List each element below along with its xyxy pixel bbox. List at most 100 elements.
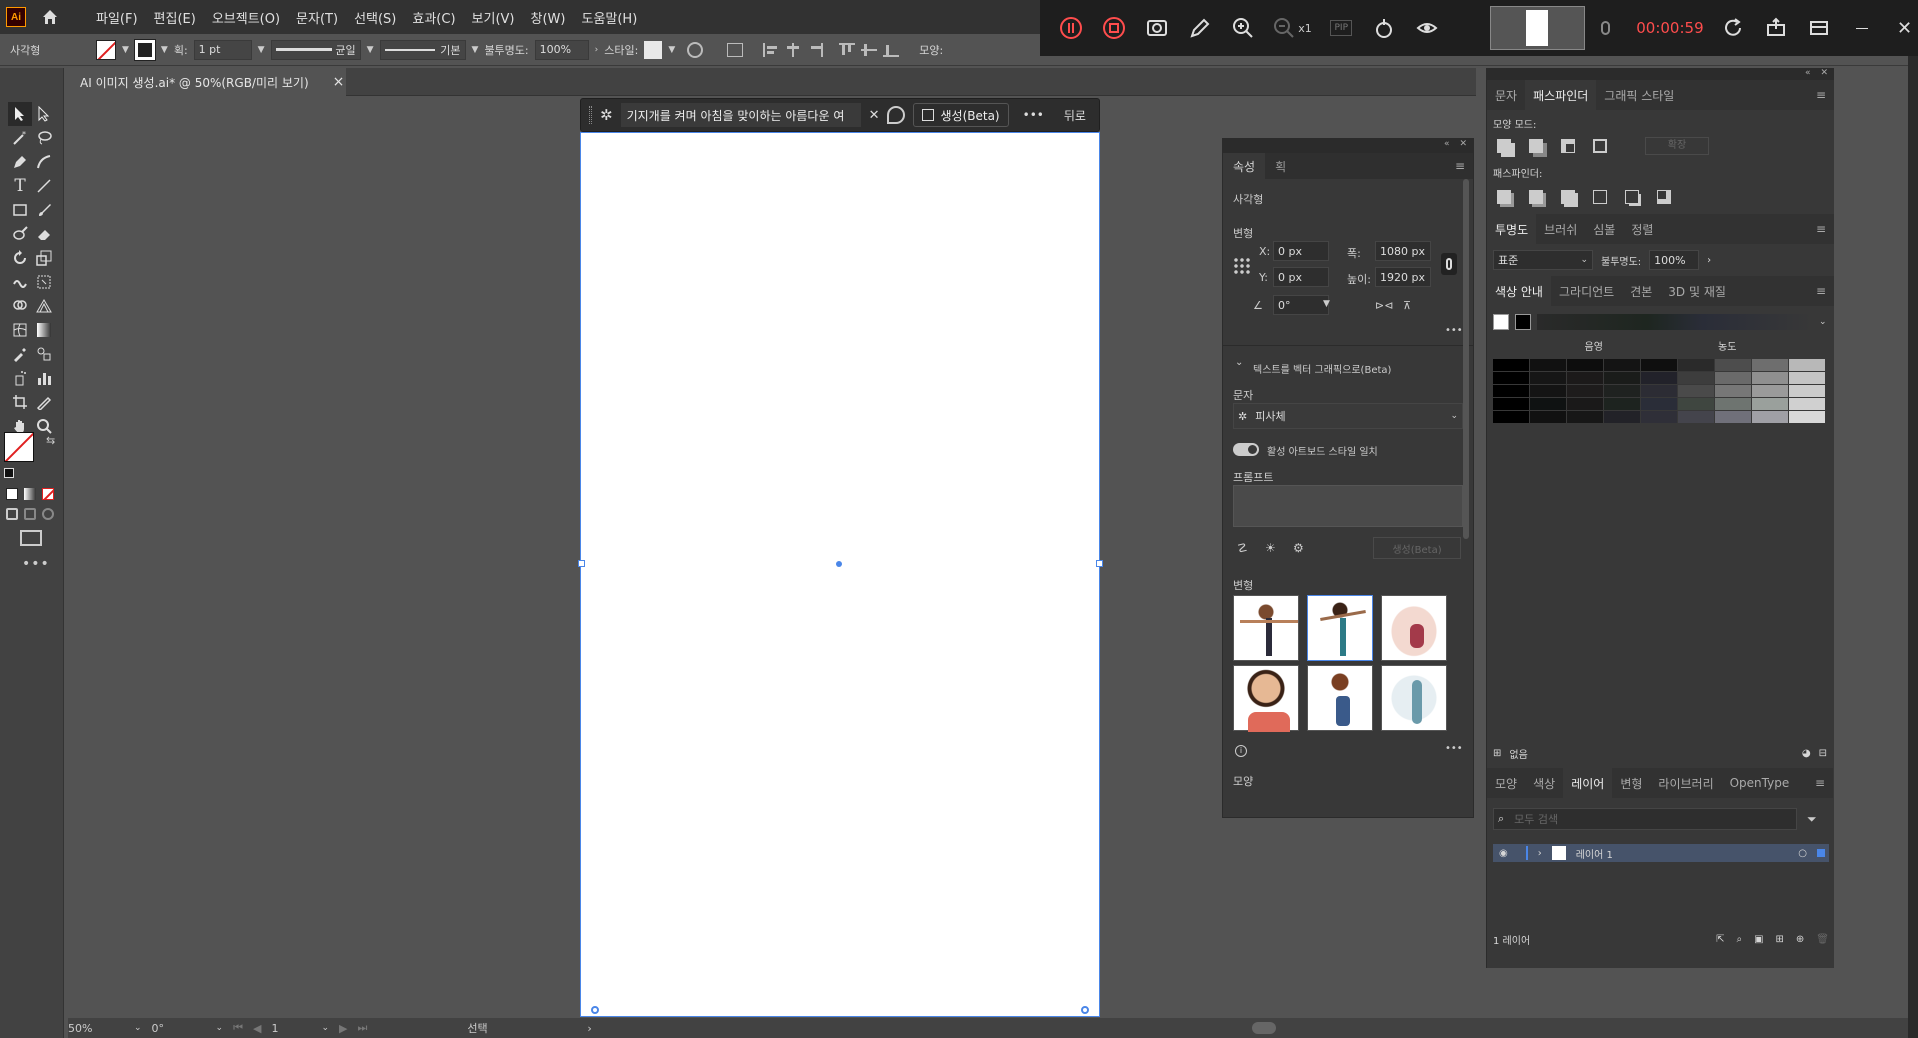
align-top-icon[interactable] <box>839 42 856 57</box>
zoom-in-icon[interactable] <box>1229 14 1256 42</box>
more-tools-icon[interactable]: ••• <box>22 556 50 572</box>
color-swatch[interactable] <box>1752 411 1788 423</box>
info-icon[interactable]: i <box>1235 745 1247 757</box>
flip-vertical-icon[interactable]: ⊼ <box>1403 299 1411 312</box>
transparency-opacity-field[interactable]: 100% <box>1649 250 1700 270</box>
visibility-eye-icon[interactable]: ◉ <box>1499 848 1508 859</box>
close-recorder-icon[interactable]: ✕ <box>1891 14 1918 42</box>
color-swatch[interactable] <box>1493 372 1529 384</box>
rotation-dropdown-icon[interactable]: ⌄ <box>216 1023 224 1033</box>
last-artboard-icon[interactable]: ⏭ <box>357 1021 367 1035</box>
brush-select[interactable]: 기본 <box>379 39 466 60</box>
style-match-toggle[interactable] <box>1233 443 1259 456</box>
draw-inside-icon[interactable] <box>42 508 54 520</box>
prompt-input[interactable]: 기지개를 켜며 아침을 맞이하는 아름다운 여 <box>620 103 861 127</box>
panel-menu-icon[interactable]: ≡ <box>1815 776 1825 790</box>
color-swatch[interactable] <box>1530 411 1566 423</box>
color-swatch[interactable] <box>1604 398 1640 410</box>
color-swatch[interactable] <box>1789 385 1825 397</box>
align-bottom-icon[interactable] <box>883 42 900 57</box>
tab-graphic-styles[interactable]: 그래픽 스타일 <box>1596 87 1682 104</box>
prompt-textarea[interactable] <box>1233 485 1463 527</box>
tab-3d-materials[interactable]: 3D 및 재질 <box>1660 283 1734 300</box>
menu-object[interactable]: 오브젝트(O) <box>204 8 288 27</box>
menu-select[interactable]: 선택(S) <box>346 8 404 27</box>
color-swatch[interactable] <box>1530 385 1566 397</box>
color-swatch[interactable] <box>1641 411 1677 423</box>
corner-widget[interactable] <box>1081 1006 1089 1014</box>
screen-mode-icon[interactable] <box>20 530 42 546</box>
merge-icon[interactable] <box>1561 190 1575 204</box>
tab-character[interactable]: 문자 <box>1487 87 1525 104</box>
harmony-strip[interactable] <box>1537 314 1813 330</box>
align-left-icon[interactable] <box>763 42 780 57</box>
opacity-arrow-icon[interactable]: › <box>595 45 599 55</box>
panel-scrollbar[interactable] <box>1463 179 1469 539</box>
tab-libraries[interactable]: 라이브러리 <box>1650 775 1721 792</box>
color-swatch[interactable] <box>1604 359 1640 371</box>
variations-more-icon[interactable]: ••• <box>1445 743 1463 754</box>
minimize-icon[interactable] <box>1848 14 1875 42</box>
status-menu-arrow[interactable]: › <box>587 1022 591 1035</box>
lightbulb-icon[interactable]: ☀ <box>1265 541 1276 555</box>
color-swatch[interactable] <box>1715 372 1751 384</box>
tab-color-guide[interactable]: 색상 안내 <box>1487 276 1551 306</box>
fill-color-swatch[interactable] <box>4 432 34 462</box>
divide-icon[interactable] <box>1497 190 1511 204</box>
hint-icon[interactable]: ☡ <box>1237 541 1248 555</box>
tab-transparency[interactable]: 투명도 <box>1487 214 1537 244</box>
close-tab-icon[interactable]: × <box>333 74 345 90</box>
generate-button[interactable]: 생성(Beta) <box>913 103 1009 127</box>
close-dock-icon[interactable]: ✕ <box>1820 68 1828 80</box>
screenshot-icon[interactable] <box>1144 14 1171 42</box>
stroke-profile-dropdown-icon[interactable]: ▼ <box>367 45 374 55</box>
blend-tool-icon[interactable] <box>32 342 56 366</box>
tab-gradient[interactable]: 그라디언트 <box>1551 283 1622 300</box>
drag-handle-icon[interactable] <box>589 106 592 124</box>
free-transform-tool-icon[interactable] <box>32 270 56 294</box>
base-color-white[interactable] <box>1493 314 1509 330</box>
height-field[interactable]: 1920 px <box>1375 267 1431 287</box>
save-group-icon[interactable]: ⊟ <box>1819 748 1827 759</box>
variation-thumbnail[interactable] <box>1233 665 1299 732</box>
layer-row[interactable]: ◉ › 레이어 1 ○ <box>1493 844 1829 862</box>
selection-indicator[interactable] <box>1817 849 1825 857</box>
settings-panel-icon[interactable] <box>1805 14 1832 42</box>
type-select[interactable]: ✲ 피사체 ⌄ <box>1233 403 1463 429</box>
chevron-right-icon[interactable]: › <box>1538 848 1542 859</box>
color-swatch[interactable] <box>1604 372 1640 384</box>
stroke-profile-select[interactable]: 균일 <box>270 39 361 60</box>
target-icon[interactable]: ○ <box>1798 848 1807 859</box>
curvature-tool-icon[interactable] <box>32 150 56 174</box>
first-artboard-icon[interactable]: ⏮ <box>233 1021 243 1035</box>
tab-appearance[interactable]: 모양 <box>1487 775 1525 792</box>
selection-handle[interactable] <box>1096 560 1103 567</box>
color-swatch[interactable] <box>1604 385 1640 397</box>
width-field[interactable]: 1080 px <box>1375 241 1431 261</box>
panel-menu-icon[interactable]: ≡ <box>1816 284 1826 298</box>
blend-mode-select[interactable]: 표준 ⌄ <box>1493 250 1593 270</box>
rotate-tool-icon[interactable] <box>8 246 32 270</box>
brush-dropdown-icon[interactable]: ▼ <box>472 45 479 55</box>
shape-builder-tool-icon[interactable] <box>8 294 32 318</box>
export-icon[interactable]: ⇱ <box>1716 934 1724 945</box>
style-swatch[interactable] <box>644 40 663 59</box>
pause-icon[interactable] <box>1058 14 1085 42</box>
align-right-icon[interactable] <box>807 42 824 57</box>
style-dropdown-icon[interactable]: ▼ <box>668 45 675 55</box>
recording-preview[interactable] <box>1490 6 1585 50</box>
artboard-tool-icon[interactable] <box>8 390 32 414</box>
variation-thumbnail[interactable] <box>1381 595 1447 661</box>
pen-icon[interactable] <box>1187 14 1214 42</box>
shaper-tool-icon[interactable] <box>8 222 32 246</box>
collapse-dock-icon[interactable]: « <box>1805 68 1811 80</box>
tab-transform[interactable]: 변형 <box>1612 775 1650 792</box>
tab-brushes[interactable]: 브러쉬 <box>1536 221 1585 238</box>
direct-selection-tool-icon[interactable] <box>32 102 56 126</box>
layers-search[interactable]: ⌕ 모두 검색 <box>1493 808 1797 830</box>
fill-swatch[interactable] <box>96 39 116 60</box>
flip-horizontal-icon[interactable]: ⊳⊲ <box>1375 299 1393 312</box>
zoom-dropdown-icon[interactable]: ⌄ <box>134 1023 142 1033</box>
zoom-level[interactable]: 50% <box>68 1022 124 1035</box>
menu-view[interactable]: 보기(V) <box>464 8 523 27</box>
